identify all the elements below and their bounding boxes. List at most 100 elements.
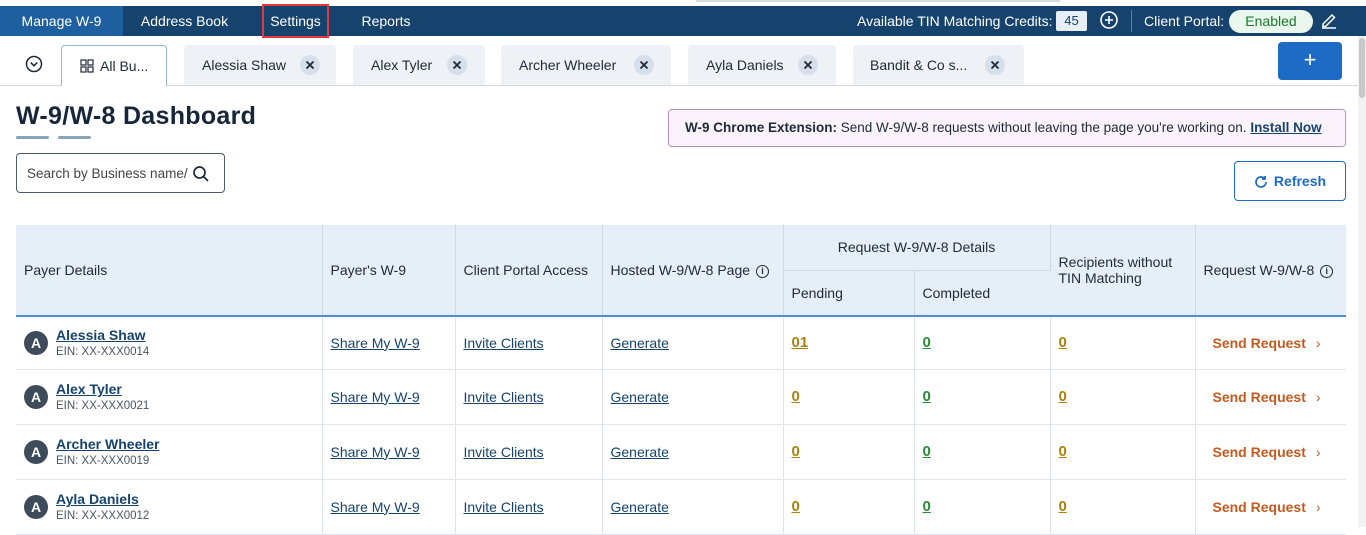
recipients-count-link[interactable]: 0	[1059, 443, 1067, 460]
invite-clients-link[interactable]: Invite Clients	[464, 389, 544, 405]
request-header-label: Request W-9/W-8	[1203, 262, 1315, 278]
nav-address-book[interactable]: Address Book	[128, 6, 241, 36]
share-my-w9-link[interactable]: Share My W-9	[331, 444, 420, 460]
column-header-recipients: Recipients without TIN Matching	[1050, 225, 1196, 316]
send-request-label: Send Request	[1212, 498, 1306, 515]
payer-cell: A Ayla Daniels EIN: XX-XXX0012	[16, 479, 323, 535]
tab-archer-wheeler[interactable]: Archer Wheeler	[501, 45, 671, 85]
invite-clients-link[interactable]: Invite Clients	[464, 499, 544, 515]
payer-name-link[interactable]: Alex Tyler	[56, 381, 314, 397]
invite-clients-link[interactable]: Invite Clients	[464, 444, 544, 460]
table-row: A Ayla Daniels EIN: XX-XXX0012 Share My W-9…	[16, 479, 1346, 535]
page-scrollbar[interactable]	[1358, 36, 1366, 527]
generate-link[interactable]: Generate	[611, 499, 669, 515]
invite-clients-link[interactable]: Invite Clients	[464, 335, 544, 351]
close-tab-icon[interactable]	[447, 55, 467, 75]
table-row: A Alessia Shaw EIN: XX-XXX0014 Share My W-9…	[16, 316, 1346, 370]
send-request-link[interactable]: Send Request ›	[1213, 444, 1321, 460]
info-icon[interactable]: i	[1320, 265, 1334, 278]
install-now-link[interactable]: Install Now	[1250, 120, 1321, 135]
pending-cell: 0	[783, 479, 915, 535]
column-header-hosted-page: Hosted W-9/W-8 Page i	[602, 225, 784, 316]
businesses-table: Payer Details Payer's W-9 Client Portal …	[16, 225, 1346, 535]
nav-reports[interactable]: Reports	[349, 6, 423, 36]
payer-name-link[interactable]: Ayla Daniels	[56, 491, 314, 507]
payer-name-link[interactable]: Archer Wheeler	[56, 436, 314, 452]
close-tab-icon[interactable]	[985, 55, 1005, 75]
payer-w9-cell: Share My W-9	[322, 424, 456, 480]
pending-cell: 0	[783, 369, 915, 425]
add-credits-icon[interactable]	[1100, 11, 1118, 29]
nav-settings[interactable]: Settings	[262, 4, 329, 38]
add-tab-button[interactable]: +	[1278, 42, 1342, 80]
share-my-w9-link[interactable]: Share My W-9	[331, 335, 420, 351]
close-tab-icon[interactable]	[634, 55, 654, 75]
payer-cell: A Alessia Shaw EIN: XX-XXX0014	[16, 316, 323, 370]
edit-icon[interactable]	[1320, 11, 1338, 29]
tab-ayla-daniels[interactable]: Ayla Daniels	[688, 45, 836, 85]
portal-cell: Invite Clients	[455, 316, 603, 370]
scrollbar-thumb[interactable]	[1359, 38, 1365, 98]
pending-count-link[interactable]: 0	[792, 498, 800, 515]
recipients-count-link[interactable]: 0	[1059, 388, 1067, 405]
banner-title: W-9 Chrome Extension:	[685, 120, 837, 135]
tab-label: Alessia Shaw	[202, 57, 287, 73]
tab-alex-tyler[interactable]: Alex Tyler	[353, 45, 485, 85]
hosted-cell: Generate	[602, 424, 784, 480]
chevron-right-icon: ›	[1315, 498, 1321, 515]
generate-link[interactable]: Generate	[611, 335, 669, 351]
share-my-w9-link[interactable]: Share My W-9	[331, 389, 420, 405]
avatar: A	[24, 384, 48, 409]
column-header-payer-details: Payer Details	[16, 225, 323, 316]
nav-manage-w9[interactable]: Manage W-9	[0, 6, 123, 36]
tab-bandit-co[interactable]: Bandit & Co s...	[853, 45, 1024, 85]
nav-divider	[1131, 10, 1132, 32]
send-request-link[interactable]: Send Request ›	[1213, 499, 1321, 515]
grid-icon	[80, 59, 94, 73]
completed-count-link[interactable]: 0	[923, 498, 931, 515]
page-title: W-9/W-8 Dashboard	[16, 102, 257, 130]
chevron-down-circle-icon[interactable]	[25, 55, 43, 73]
tab-label: Bandit & Co s...	[870, 57, 968, 73]
credits-count-badge: 45	[1056, 11, 1087, 31]
title-underline-decoration	[58, 136, 91, 139]
recipients-cell: 0	[1050, 316, 1196, 370]
tab-all-businesses[interactable]: All Bu...	[61, 45, 167, 87]
recipients-count-link[interactable]: 0	[1059, 498, 1067, 515]
title-underline-decoration	[16, 136, 49, 139]
pending-count-link[interactable]: 0	[792, 388, 800, 405]
column-header-request-details: Request W-9/W-8 Details	[783, 225, 1051, 270]
search-icon[interactable]	[192, 165, 210, 183]
recipients-count-link[interactable]: 0	[1059, 334, 1067, 351]
payer-name-link[interactable]: Alessia Shaw	[56, 327, 314, 343]
generate-link[interactable]: Generate	[611, 389, 669, 405]
completed-count-link[interactable]: 0	[923, 334, 931, 351]
hosted-cell: Generate	[602, 479, 784, 535]
refresh-button[interactable]: Refresh	[1234, 161, 1346, 201]
business-search[interactable]	[16, 153, 225, 193]
column-header-completed: Completed	[914, 269, 1050, 316]
avatar: A	[24, 439, 48, 464]
close-tab-icon[interactable]	[798, 55, 818, 75]
pending-cell: 0	[783, 424, 915, 480]
table-row: A Alex Tyler EIN: XX-XXX0021 Share My W-9 In…	[16, 369, 1346, 425]
completed-count-link[interactable]: 0	[923, 443, 931, 460]
send-request-link[interactable]: Send Request ›	[1213, 335, 1321, 351]
tab-alessia-shaw[interactable]: Alessia Shaw	[184, 45, 336, 85]
refresh-label: Refresh	[1273, 173, 1327, 189]
client-portal-status-badge[interactable]: Enabled	[1229, 10, 1313, 33]
send-request-link[interactable]: Send Request ›	[1213, 389, 1321, 405]
request-cell: Send Request ›	[1195, 316, 1346, 370]
pending-count-link[interactable]: 0	[792, 443, 800, 460]
generate-link[interactable]: Generate	[611, 444, 669, 460]
close-tab-icon[interactable]	[300, 55, 320, 75]
chevron-right-icon: ›	[1315, 443, 1321, 460]
info-icon[interactable]: i	[756, 265, 770, 278]
send-request-label: Send Request	[1212, 334, 1306, 351]
share-my-w9-link[interactable]: Share My W-9	[331, 499, 420, 515]
column-header-pending: Pending	[783, 269, 915, 316]
completed-count-link[interactable]: 0	[923, 388, 931, 405]
pending-count-link[interactable]: 01	[792, 334, 809, 351]
avatar: A	[24, 330, 48, 355]
search-input[interactable]	[27, 163, 189, 183]
